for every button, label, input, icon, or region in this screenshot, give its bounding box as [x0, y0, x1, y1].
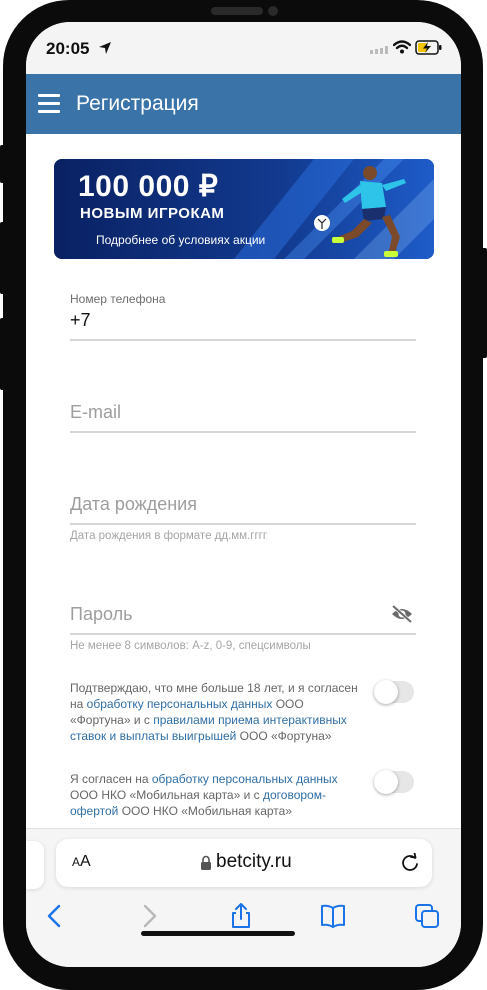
location-arrow-icon	[99, 42, 111, 54]
camera	[268, 6, 278, 16]
consent-1-text-3: ООО «Фортуна»	[236, 729, 332, 743]
forward-icon[interactable]	[136, 903, 162, 929]
toggle-knob	[374, 680, 398, 704]
banner-details-link[interactable]: Подробнее об условиях акции	[96, 233, 265, 247]
password-field[interactable]: Пароль Не менее 8 символов: A-z, 0-9, сп…	[70, 602, 416, 658]
email-underline	[70, 431, 416, 433]
consent-1-personal-data-link[interactable]: обработку персональных данных	[87, 697, 273, 711]
url-text: betcity.ru	[216, 851, 292, 872]
hamburger-menu-icon[interactable]	[38, 94, 60, 113]
page-title: Регистрация	[76, 92, 199, 115]
cellular-signal-icon	[370, 46, 388, 54]
consent-1-toggle[interactable]	[374, 680, 414, 704]
consent-2-text-1: Я согласен на	[70, 772, 152, 786]
eye-off-icon[interactable]	[390, 604, 414, 624]
football-player-illustration	[314, 166, 406, 257]
consent-mobile-card: Я согласен на обработку персональных дан…	[70, 771, 360, 819]
banner-amount: 100 000 ₽	[78, 170, 219, 203]
consent-2-personal-data-link[interactable]: обработку персональных данных	[152, 772, 338, 786]
consent-2-text-2: ООО НКО «Мобильная карта» и с	[70, 788, 263, 802]
banner-subtitle: НОВЫМ ИГРОКАМ	[80, 205, 225, 222]
birthdate-input[interactable]: Дата рождения	[70, 494, 197, 515]
toggle-knob	[374, 770, 398, 794]
lock-icon	[201, 855, 211, 870]
password-input[interactable]: Пароль	[70, 604, 132, 625]
phone-label: Номер телефона	[70, 292, 166, 306]
browser-bar: AA betcity.ru	[26, 828, 461, 967]
address-bar[interactable]: AA betcity.ru	[56, 839, 432, 887]
consent-2-text-3: ООО НКО «Мобильная карта»	[118, 804, 292, 818]
phone-field[interactable]: Номер телефона +7	[70, 290, 416, 342]
password-underline	[70, 633, 416, 635]
share-icon[interactable]	[228, 903, 254, 929]
birthdate-hint: Дата рождения в формате дд.мм.гггг	[70, 530, 268, 542]
text-size-button[interactable]: AA	[72, 853, 91, 871]
app-header: Регистрация	[26, 74, 461, 134]
promo-banner[interactable]: 100 000 ₽ НОВЫМ ИГРОКАМ Подробнее об усл…	[54, 159, 434, 259]
password-hint: Не менее 8 символов: A-z, 0-9, спецсимво…	[70, 640, 311, 652]
bookmarks-icon[interactable]	[320, 903, 346, 929]
reload-icon[interactable]	[400, 853, 420, 873]
status-time: 20:05	[46, 39, 90, 58]
phone-underline	[70, 339, 416, 341]
consent-age-fortuna: Подтверждаю, что мне больше 18 лет, и я …	[70, 680, 360, 744]
birthdate-field[interactable]: Дата рождения Дата рождения в формате дд…	[70, 492, 416, 548]
screen: 20:05 Регистрация 100 000 ₽ НОВЫМ ИГРОКА…	[26, 22, 461, 967]
email-input[interactable]: E-mail	[70, 402, 121, 423]
birthdate-underline	[70, 523, 416, 525]
status-bar: 20:05	[26, 22, 461, 74]
previous-tab-preview[interactable]	[26, 841, 44, 889]
phone-mockup: 20:05 Регистрация 100 000 ₽ НОВЫМ ИГРОКА…	[0, 0, 487, 990]
home-indicator	[141, 931, 295, 936]
phone-input[interactable]: +7	[70, 310, 91, 331]
back-icon[interactable]	[42, 903, 68, 929]
email-field[interactable]: E-mail	[70, 400, 416, 436]
consent-2-toggle[interactable]	[374, 770, 414, 794]
wifi-icon	[393, 40, 411, 54]
battery-charging-icon	[415, 40, 442, 55]
speaker	[211, 7, 263, 15]
tabs-icon[interactable]	[414, 903, 440, 929]
